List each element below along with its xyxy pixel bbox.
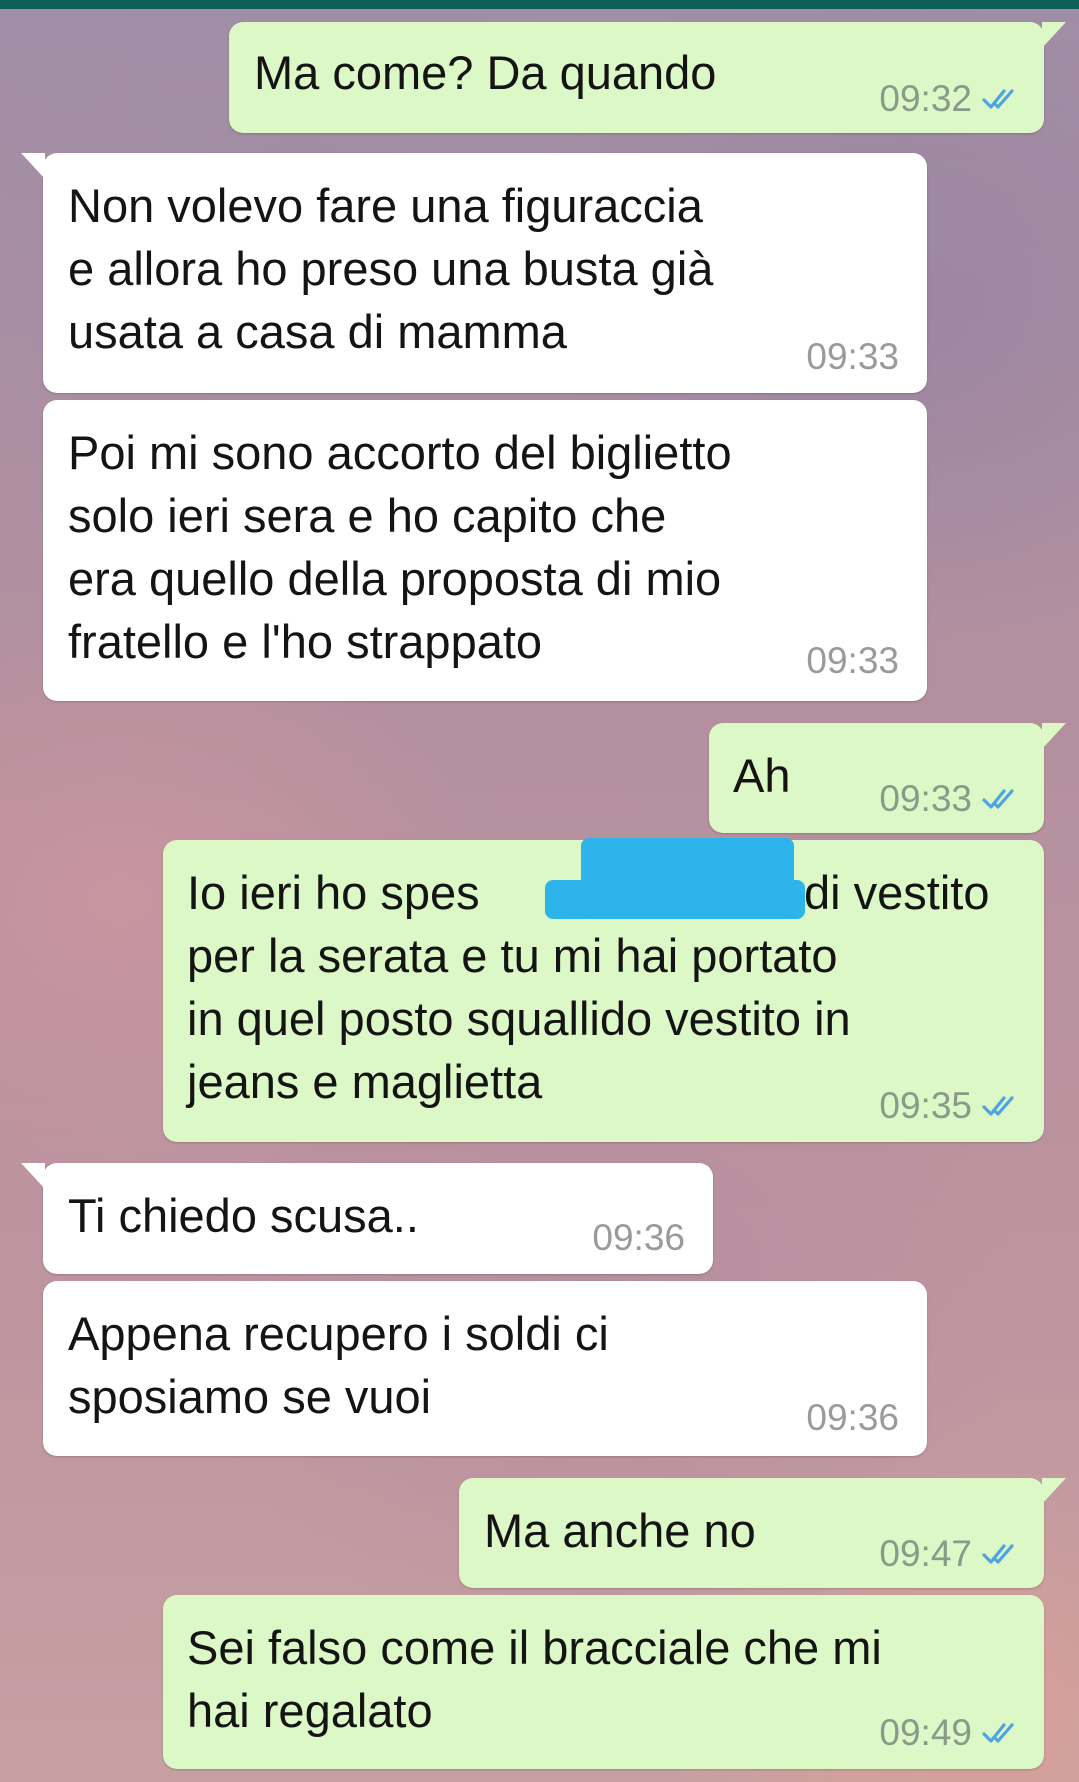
message-bubble-incoming[interactable]: Non volevo fare una figuraccia e allora … (21, 153, 927, 393)
message-bubble-outgoing[interactable]: Sei falso come il bracciale che mi hai r… (163, 1595, 1044, 1769)
message-text: Appena recupero i soldi ci sposiamo se v… (68, 1307, 609, 1423)
message-text: Ah (733, 749, 791, 802)
message-text: Ma anche no (484, 1504, 756, 1557)
message-meta: 09:47 (879, 1534, 1022, 1574)
message-text: Ti chiedo scusa.. (68, 1189, 419, 1242)
message-time: 09:33 (806, 336, 899, 377)
double-check-icon (982, 1544, 1014, 1564)
double-check-icon (982, 1096, 1014, 1116)
message-meta: 09:32 (879, 79, 1022, 119)
double-check-icon (982, 789, 1014, 809)
double-check-icon (982, 1723, 1014, 1743)
message-time: 09:47 (879, 1533, 972, 1574)
message-meta: 09:33 (879, 779, 1022, 819)
message-time: 09:49 (879, 1712, 972, 1753)
message-meta: 09:49 (879, 1713, 1022, 1753)
message-bubble-incoming[interactable]: Poi mi sono accorto del biglietto solo i… (43, 400, 927, 701)
redaction-overlay (581, 838, 794, 916)
message-bubble-outgoing[interactable]: Ma come? Da quando 09:32 (229, 22, 1066, 133)
message-bubble-outgoing[interactable]: Ah 09:33 (709, 723, 1066, 833)
message-bubble-incoming[interactable]: Ti chiedo scusa.. 09:36 (21, 1163, 713, 1274)
top-app-bar-edge (0, 0, 1079, 9)
message-time: 09:35 (879, 1085, 972, 1126)
message-time: 09:33 (806, 640, 899, 681)
message-time: 09:32 (879, 78, 972, 119)
message-bubble-outgoing[interactable]: Ma anche no 09:47 (459, 1478, 1066, 1588)
message-meta: 09:33 (806, 641, 899, 681)
message-time: 09:36 (592, 1217, 685, 1258)
message-meta: 09:36 (806, 1398, 899, 1438)
message-time: 09:36 (806, 1397, 899, 1438)
message-text: per la serata e tu mi hai portato in que… (187, 929, 851, 1108)
message-meta: 09:33 (806, 337, 899, 377)
message-bubble-incoming[interactable]: Appena recupero i soldi ci sposiamo se v… (43, 1281, 927, 1456)
message-meta: 09:36 (592, 1218, 685, 1258)
message-text-line1-end: di vestito (804, 866, 990, 919)
message-text: Poi mi sono accorto del biglietto solo i… (68, 426, 732, 668)
message-text-line1-start: Io ieri ho spes (187, 866, 480, 919)
message-meta: 09:35 (879, 1086, 1022, 1126)
double-check-icon (982, 89, 1014, 109)
message-text: Ma come? Da quando (254, 46, 717, 99)
message-text: Non volevo fare una figuraccia e allora … (68, 179, 714, 358)
message-time: 09:33 (879, 778, 972, 819)
message-text: Sei falso come il bracciale che mi hai r… (187, 1621, 882, 1737)
